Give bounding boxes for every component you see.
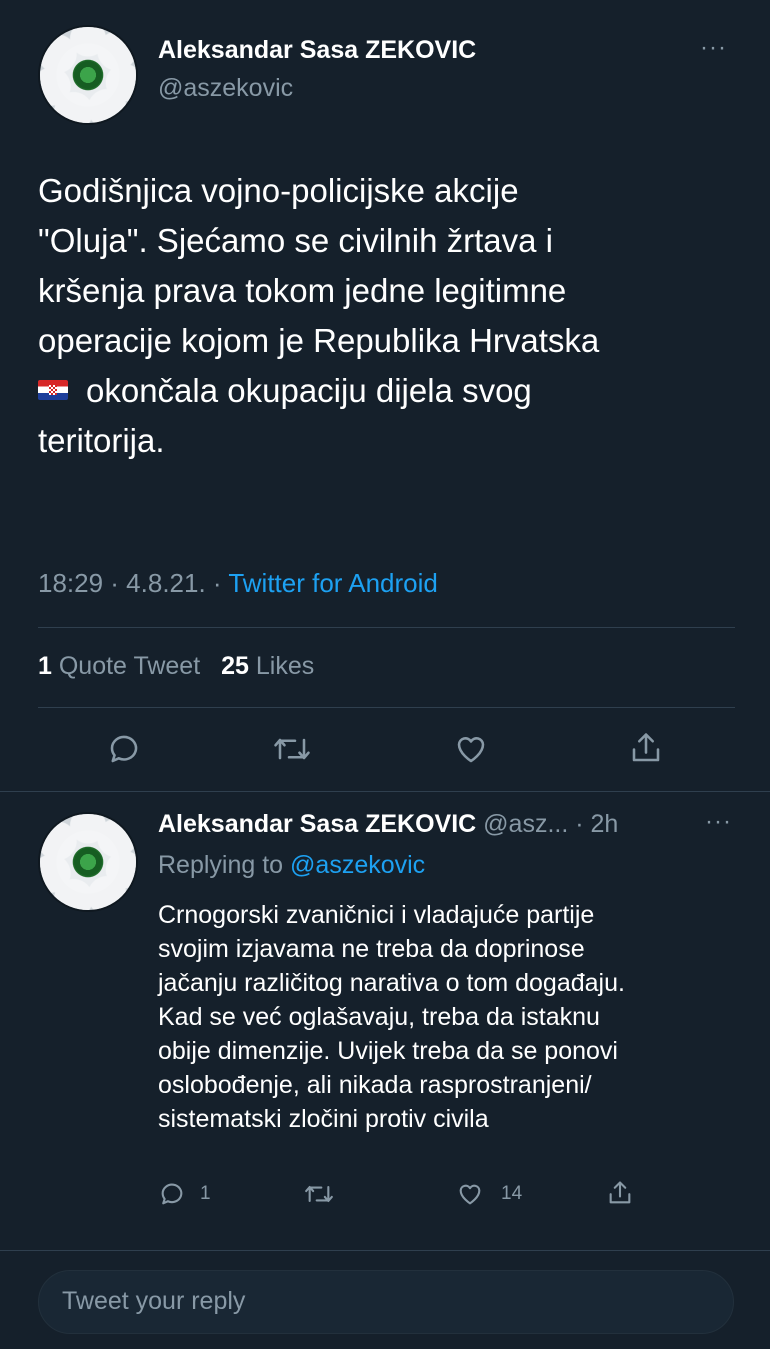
divider xyxy=(0,791,770,792)
replying-to-label: Replying to xyxy=(158,851,291,879)
divider xyxy=(38,707,735,708)
tweet-line: operacije kojom je Republika Hrvatska xyxy=(38,322,600,359)
tweet-meta: 18:29 · 4.8.21. · Twitter for Android xyxy=(38,568,438,599)
tweet-timestamp[interactable]: 18:29 · 4.8.21. · xyxy=(38,568,228,598)
tweet-line-with-flag: okončala okupaciju dijela svog xyxy=(38,366,748,416)
reply-handle-time[interactable]: @asz... · 2h xyxy=(483,810,618,838)
quote-tweets-stat[interactable]: 1 Quote Tweet xyxy=(38,652,207,680)
reply-line: Crnogorski zvaničnici i vladajuće partij… xyxy=(158,901,595,929)
divider xyxy=(38,627,735,628)
heart-icon[interactable] xyxy=(452,731,490,767)
like-count: 25 xyxy=(221,652,249,680)
comment-icon[interactable] xyxy=(106,731,142,767)
reply-like-count: 14 xyxy=(501,1183,523,1204)
divider xyxy=(0,1250,770,1251)
tweet-line: kršenja prava tokom jedne legitimne xyxy=(38,272,567,309)
likes-stat[interactable]: 25 Likes xyxy=(221,652,314,680)
tweet-text: Godišnjica vojno-policijske akcije "Oluj… xyxy=(38,166,748,466)
heart-icon xyxy=(459,1184,481,1205)
tweet-line: okončala okupaciju dijela svog xyxy=(86,372,532,409)
tweet-stats: 1 Quote Tweet 25 Likes xyxy=(38,652,314,681)
more-options-icon[interactable]: ··· xyxy=(700,34,727,62)
reply-header: Aleksandar Sasa ZEKOVIC @asz... · 2h xyxy=(158,810,618,839)
author-display-name[interactable]: Aleksandar Sasa ZEKOVIC xyxy=(158,36,476,65)
croatia-flag-icon xyxy=(38,380,68,401)
quote-label: Quote Tweet xyxy=(58,652,201,680)
reply-line: svojim izjavama ne treba da doprinose xyxy=(158,935,585,963)
replying-to: Replying to @aszekovic xyxy=(158,851,425,880)
reply-input-placeholder: Tweet your reply xyxy=(62,1287,246,1315)
author-avatar[interactable] xyxy=(38,25,138,125)
reply-author-avatar[interactable] xyxy=(38,812,138,912)
author-handle[interactable]: @aszekovic xyxy=(158,74,293,103)
share-icon[interactable] xyxy=(628,729,664,767)
tweet-source-link[interactable]: Twitter for Android xyxy=(228,568,438,598)
share-icon[interactable] xyxy=(606,1178,634,1208)
tweet-line: "Oluja". Sjećamo se civilnih žrtava i xyxy=(38,222,553,259)
reply-author-name[interactable]: Aleksandar Sasa ZEKOVIC xyxy=(158,810,476,838)
reply-line: jačanju različitog narativa o tom događa… xyxy=(158,969,625,997)
reply-like-button[interactable]: 14 xyxy=(455,1180,522,1208)
reply-more-options-icon[interactable]: ··· xyxy=(705,808,732,836)
quote-count: 1 xyxy=(38,652,52,680)
replying-to-handle[interactable]: @aszekovic xyxy=(290,851,425,879)
tweet-line: Godišnjica vojno-policijske akcije xyxy=(38,172,519,209)
reply-line: oslobođenje, ali nikada rasprostranjeni/ xyxy=(158,1071,592,1099)
tweet-reply-input[interactable]: Tweet your reply xyxy=(38,1270,734,1334)
tweet-line: teritorija. xyxy=(38,422,165,459)
reply-text: Crnogorski zvaničnici i vladajuće partij… xyxy=(158,898,733,1136)
reply-comment-button[interactable]: 1 xyxy=(158,1180,211,1208)
reply-line: obije dimenzije. Uvijek treba da se pono… xyxy=(158,1037,618,1065)
reply-count: 1 xyxy=(200,1183,211,1204)
reply-line: sistematski zločini protiv civila xyxy=(158,1105,489,1133)
reply-line: Kad se već oglašavaju, treba da istaknu xyxy=(158,1003,600,1031)
likes-label: Likes xyxy=(255,652,315,680)
retweet-icon[interactable] xyxy=(272,731,312,767)
comment-icon xyxy=(161,1183,183,1205)
retweet-icon[interactable] xyxy=(303,1180,335,1208)
